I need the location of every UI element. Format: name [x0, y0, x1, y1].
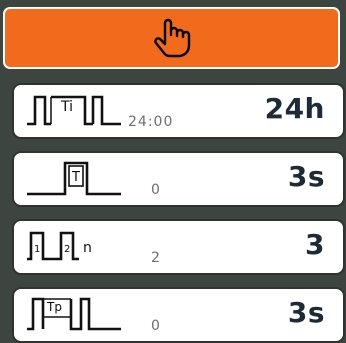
interval-sub-value: 24:00 — [128, 114, 174, 130]
pulse-count-setting-row[interactable]: 1 2 n 2 3 — [12, 219, 345, 275]
pause-time-value: 3s — [287, 296, 325, 329]
interval-value: 24h — [264, 92, 325, 125]
pulse-count-value: 3 — [305, 228, 325, 261]
interval-icon-label: Ti — [60, 99, 73, 115]
pulse-one-label: 1 — [34, 244, 40, 255]
pause-time-setting-row[interactable]: Tp 0 3s — [12, 287, 345, 343]
pulse-time-value: 3s — [287, 160, 325, 193]
hand-pointer-icon — [153, 18, 190, 58]
pulse-n-label: n — [83, 240, 92, 256]
interval-setting-row[interactable]: Ti 24:00 24h — [12, 83, 345, 139]
pulse-time-sub-value: 0 — [151, 182, 161, 198]
two-pulse-interval-icon: Ti — [27, 95, 121, 126]
single-pulse-icon: T — [27, 161, 121, 196]
pulse-count-sub-value: 2 — [151, 250, 161, 266]
hand-control-button[interactable] — [3, 7, 340, 69]
pause-time-sub-value: 0 — [151, 318, 161, 334]
pulse-time-setting-row[interactable]: T 0 3s — [12, 151, 345, 207]
pulse-pause-icon: Tp — [27, 297, 121, 331]
numbered-pulses-icon: 1 2 n — [27, 231, 92, 261]
pulse-time-icon-label: T — [71, 170, 80, 185]
pause-time-icon-label: Tp — [46, 300, 62, 314]
pulse-two-label: 2 — [64, 244, 70, 255]
